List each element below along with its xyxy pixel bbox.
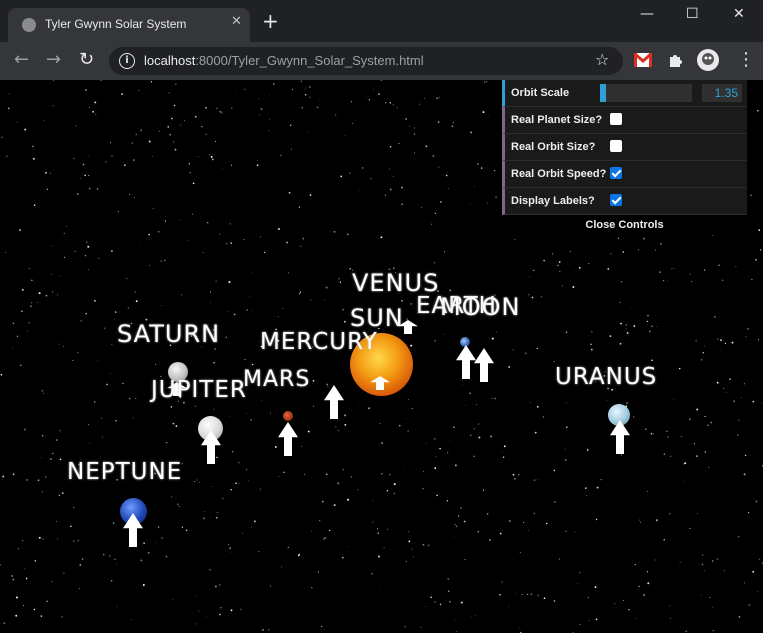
- address-bar[interactable]: i localhost:8000/Tyler_Gwynn_Solar_Syste…: [109, 47, 623, 75]
- real-orbit-size-label: Real Orbit Size?: [511, 141, 596, 153]
- maximize-button[interactable]: ☐: [686, 6, 699, 22]
- label-sun: SUN: [350, 304, 404, 332]
- gmail-icon[interactable]: [634, 53, 652, 67]
- label-mars: MARS: [243, 367, 311, 392]
- display-labels-row[interactable]: Display Labels?: [502, 188, 747, 215]
- orbit-scale-slider[interactable]: [600, 84, 692, 102]
- url-text[interactable]: localhost:8000/Tyler_Gwynn_Solar_System.…: [144, 53, 424, 68]
- real-orbit-size-checkbox[interactable]: [610, 140, 622, 152]
- browser-tab[interactable]: Tyler Gwynn Solar System ✕: [8, 8, 250, 42]
- info-icon[interactable]: i: [119, 53, 135, 69]
- extensions-puzzle-icon[interactable]: [667, 52, 683, 68]
- solar-system-canvas[interactable]: VENUS EARTH MOON SUN MERCURY SATURN MARS…: [0, 80, 763, 633]
- label-uranus: URANUS: [555, 364, 658, 390]
- browser-toolbar: ← → ↻ i localhost:8000/Tyler_Gwynn_Solar…: [0, 42, 763, 80]
- mars-sphere[interactable]: [283, 411, 293, 421]
- real-orbit-speed-label: Real Orbit Speed?: [511, 168, 607, 180]
- minimize-button[interactable]: —: [640, 6, 654, 22]
- menu-kebab-icon[interactable]: ⋮: [737, 51, 755, 69]
- real-planet-size-row[interactable]: Real Planet Size?: [502, 107, 747, 134]
- orbit-scale-row: Orbit Scale 1.35: [502, 80, 747, 107]
- bookmark-star-icon[interactable]: ☆: [595, 50, 609, 69]
- display-labels-checkbox[interactable]: [610, 194, 622, 206]
- display-labels-label: Display Labels?: [511, 195, 595, 207]
- globe-icon: [22, 18, 36, 32]
- label-moon: MOON: [440, 293, 521, 321]
- forward-icon[interactable]: →: [46, 51, 61, 69]
- tab-title: Tyler Gwynn Solar System: [45, 17, 187, 31]
- back-icon[interactable]: ←: [14, 51, 29, 69]
- new-tab-button[interactable]: +: [262, 11, 279, 31]
- orbit-scale-slider-fill: [600, 84, 607, 102]
- label-mercury: MERCURY: [260, 329, 378, 355]
- reload-icon[interactable]: ↻: [79, 51, 94, 69]
- close-window-button[interactable]: ✕: [733, 6, 745, 22]
- label-jupiter: JUPITER: [151, 377, 247, 403]
- label-saturn: SATURN: [117, 320, 221, 348]
- orbit-scale-label: Orbit Scale: [511, 87, 570, 99]
- real-orbit-speed-checkbox[interactable]: [610, 167, 622, 179]
- browser-titlebar: Tyler Gwynn Solar System ✕ + — ☐ ✕: [0, 0, 763, 42]
- avatar[interactable]: [697, 49, 719, 71]
- real-planet-size-label: Real Planet Size?: [511, 114, 603, 126]
- controls-panel: Orbit Scale 1.35 Real Planet Size? Real …: [502, 80, 747, 235]
- orbit-scale-input[interactable]: 1.35: [702, 84, 742, 102]
- close-controls-button[interactable]: Close Controls: [502, 215, 747, 235]
- label-neptune: NEPTUNE: [67, 459, 183, 485]
- tab-close-icon[interactable]: ✕: [231, 14, 242, 29]
- real-orbit-size-row[interactable]: Real Orbit Size?: [502, 134, 747, 161]
- real-orbit-speed-row[interactable]: Real Orbit Speed?: [502, 161, 747, 188]
- real-planet-size-checkbox[interactable]: [610, 113, 622, 125]
